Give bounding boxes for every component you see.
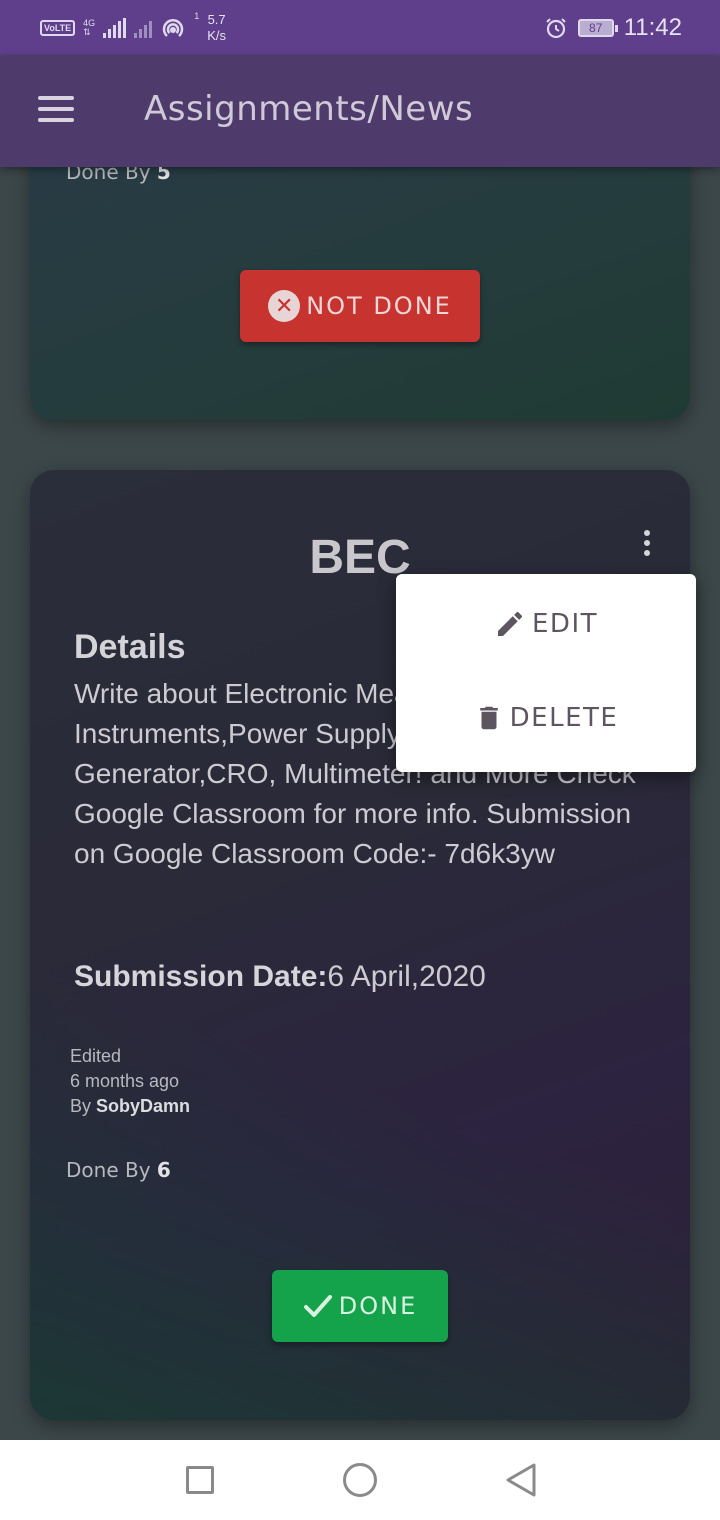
not-done-label: NOT DONE [306,292,452,320]
x-circle-icon: ✕ [268,290,301,322]
back-triangle-icon[interactable] [504,1462,538,1498]
home-circle-icon[interactable] [343,1463,377,1497]
pencil-icon [498,611,523,636]
hamburger-menu-icon[interactable] [38,96,74,124]
recents-square-icon[interactable] [186,1466,214,1494]
network-type: 4G ⇅ [83,19,95,37]
status-left-icons: VoLTE 4G ⇅ 1 5.7 K/s [40,10,226,46]
more-options-icon[interactable] [644,530,652,558]
author-name: SobyDamn [96,1096,191,1116]
by-label: By [70,1096,97,1116]
done-by-label: Done By [66,1158,157,1182]
hotspot-count: 1 [194,11,200,21]
clock: 11:42 [623,14,682,41]
done-button[interactable]: DONE [272,1270,448,1342]
alarm-icon [546,18,566,39]
status-bar: VoLTE 4G ⇅ 1 5.7 K/s 87 11:42 [0,0,720,55]
edited-label: Edited [70,1046,122,1066]
hotspot-icon [162,19,184,37]
system-nav-bar [0,1440,720,1520]
edit-label: EDIT [532,609,598,639]
status-right-icons: 87 11:42 [544,10,682,46]
submission-date: Submission Date:6 April,2020 [74,960,486,994]
done-by-count: Done By 6 [66,1158,171,1182]
edited-time: 6 months ago [70,1071,180,1091]
delete-label: DELETE [509,703,619,733]
done-by-value: 6 [156,1158,171,1182]
edited-by: By SobyDamn [70,1094,190,1119]
submission-date-label: Submission Date: [74,960,328,993]
speed-unit: K/s [207,28,226,43]
edit-menu-item[interactable]: EDIT [396,594,696,654]
not-done-button[interactable]: ✕ NOT DONE [240,270,480,342]
battery-icon: 87 [577,19,618,37]
network-arrows: ⇅ [83,27,91,37]
delete-menu-item[interactable]: DELETE [396,688,696,748]
signal-icon [103,18,127,38]
app-bar: Assignments/News [0,55,720,167]
network-speed: 5.7 K/s [207,12,226,44]
trash-icon [479,706,498,730]
options-popup-menu: EDIT DELETE [396,574,696,772]
volte-icon: VoLTE [40,20,76,36]
check-icon [303,1295,332,1317]
signal-secondary-icon [134,18,153,38]
speed-value: 5.7 [207,12,226,27]
page-title: Assignments/News [144,89,474,129]
edit-meta: Edited 6 months ago By SobyDamn [70,1044,190,1119]
submission-date-value: 6 April,2020 [327,960,486,993]
details-heading: Details [74,628,186,666]
done-label: DONE [338,1292,418,1320]
